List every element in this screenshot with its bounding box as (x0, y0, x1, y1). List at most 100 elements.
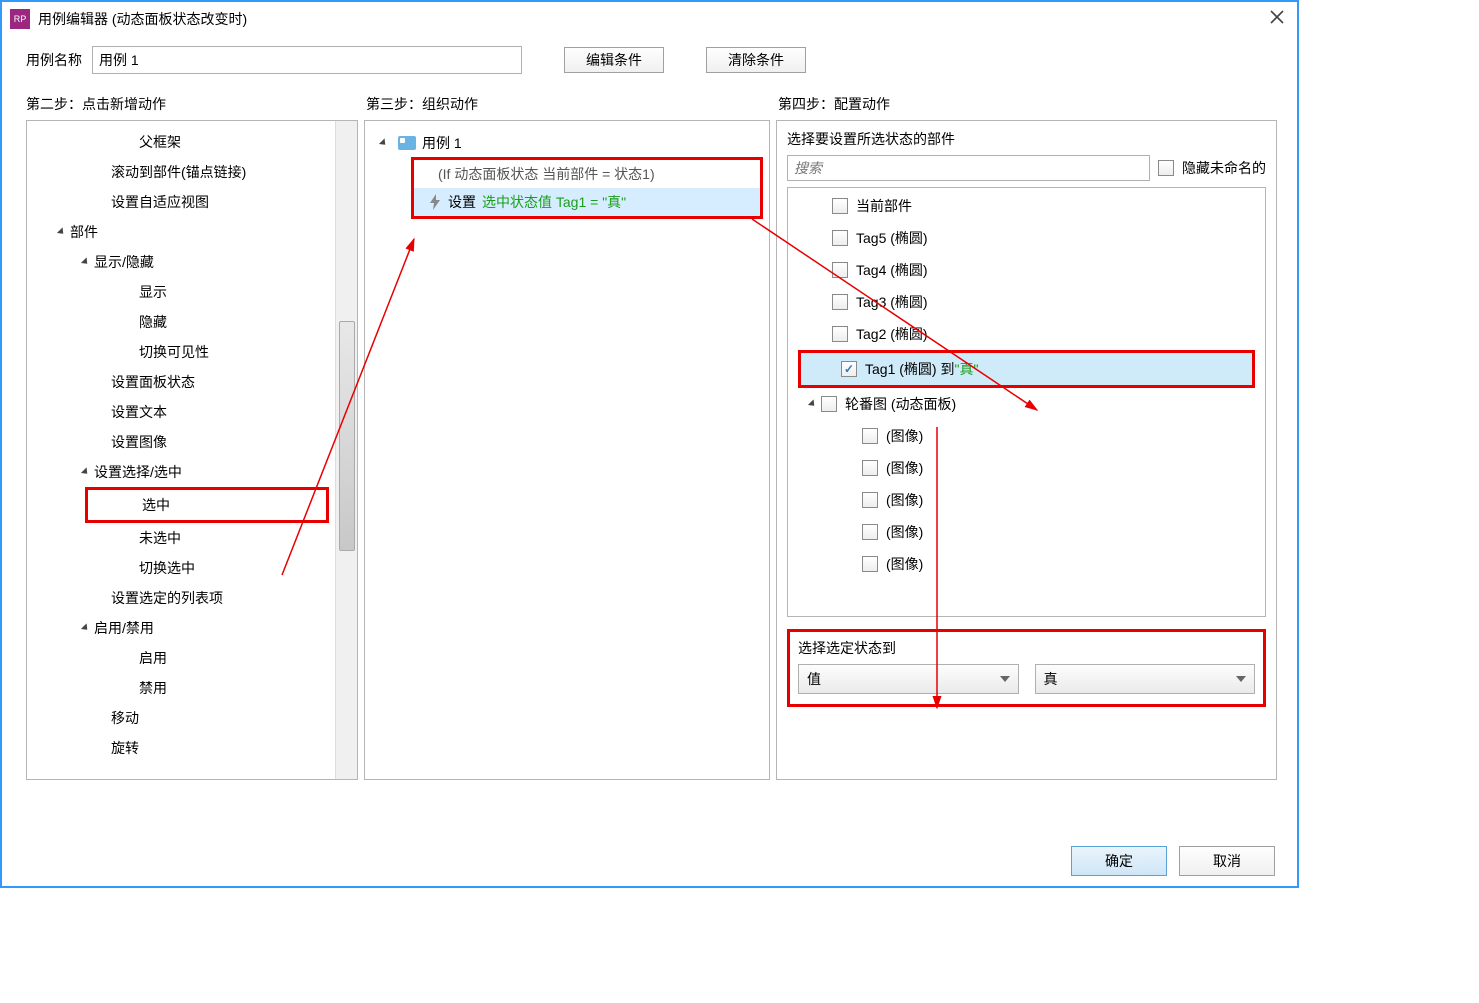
widget-tree-item[interactable]: Tag2 (椭圆) (792, 318, 1261, 350)
state-type-dropdown[interactable]: 值 (798, 664, 1019, 694)
tree-item-label: 启用/禁用 (94, 618, 154, 638)
tree-item-label: 隐藏 (139, 312, 167, 332)
tree-item-label: 旋转 (111, 738, 139, 758)
tree-item-label: 未选中 (139, 528, 181, 548)
action-tree-item[interactable]: 显示/隐藏 (31, 247, 353, 277)
window-title: 用例编辑器 (动态面板状态改变时) (38, 9, 247, 29)
action-tree-item[interactable]: 设置文本 (31, 397, 353, 427)
widget-tree-item[interactable]: (图像) (792, 452, 1261, 484)
action-tree-item[interactable]: 部件 (31, 217, 353, 247)
close-icon[interactable] (1269, 9, 1289, 29)
widget-checkbox[interactable] (832, 294, 848, 310)
state-type-value: 值 (807, 669, 821, 689)
action-tree-item[interactable]: 滚动到部件(锚点链接) (31, 157, 353, 187)
case-label: 用例 1 (422, 133, 462, 153)
widget-label: 当前部件 (856, 196, 912, 216)
organize-panel: 用例 1 (If 动态面板状态 当前部件 = 状态1) 设置 选中状态值 Tag… (364, 120, 770, 780)
widget-tree-item[interactable]: 当前部件 (792, 190, 1261, 222)
case-icon (398, 136, 416, 150)
action-tree-item[interactable]: 显示 (31, 277, 353, 307)
tree-item-label: 设置文本 (111, 402, 167, 422)
widget-checkbox[interactable] (862, 460, 878, 476)
ok-button[interactable]: 确定 (1071, 846, 1167, 876)
action-tree-item[interactable]: 设置面板状态 (31, 367, 353, 397)
widget-tree-item[interactable]: Tag5 (椭圆) (792, 222, 1261, 254)
scrollbar[interactable] (335, 121, 357, 779)
action-tree-item[interactable]: 切换选中 (31, 553, 353, 583)
state-value-dropdown[interactable]: 真 (1035, 664, 1256, 694)
tree-item-label: 切换选中 (139, 558, 195, 578)
app-icon: RP (10, 9, 30, 29)
hide-unnamed-label: 隐藏未命名的 (1182, 158, 1266, 178)
widget-checkbox[interactable] (832, 262, 848, 278)
widget-tree-item[interactable]: Tag4 (椭圆) (792, 254, 1261, 286)
widget-tree-item[interactable]: (图像) (792, 484, 1261, 516)
edit-condition-button[interactable]: 编辑条件 (564, 47, 664, 73)
widget-tree-item[interactable]: (图像) (792, 420, 1261, 452)
condition-row[interactable]: (If 动态面板状态 当前部件 = 状态1) (414, 160, 760, 188)
widget-label: (图像) (886, 426, 923, 446)
configure-header: 选择要设置所选状态的部件 (787, 129, 1266, 149)
widget-checkbox[interactable] (862, 428, 878, 444)
state-value: 真 (1044, 669, 1058, 689)
action-tree-item[interactable]: 选中 (88, 490, 326, 520)
widget-tree-item[interactable]: Tag3 (椭圆) (792, 286, 1261, 318)
clear-condition-button[interactable]: 清除条件 (706, 47, 806, 73)
tree-item-label: 设置面板状态 (111, 372, 195, 392)
case-row[interactable]: 用例 1 (371, 129, 763, 157)
widget-checkbox[interactable] (832, 230, 848, 246)
action-tree-item[interactable]: 移动 (31, 703, 353, 733)
widget-checkbox[interactable] (862, 492, 878, 508)
action-tree-item[interactable]: 设置选择/选中 (31, 457, 353, 487)
tree-item-label: 显示/隐藏 (94, 252, 154, 272)
action-tree-item[interactable]: 未选中 (31, 523, 353, 553)
action-prefix: 设置 (448, 192, 476, 212)
chevron-down-icon (57, 227, 66, 236)
step4-label: 第四步：配置动作 (778, 94, 1297, 114)
case-name-label: 用例名称 (26, 50, 82, 70)
tree-item-label: 启用 (139, 648, 167, 668)
step2-label: 第二步：点击新增动作 (26, 94, 366, 114)
action-tree-item[interactable]: 旋转 (31, 733, 353, 763)
action-row[interactable]: 设置 选中状态值 Tag1 = "真" (414, 188, 760, 216)
widget-label: Tag2 (椭圆) (856, 324, 928, 344)
hide-unnamed-checkbox[interactable] (1158, 160, 1174, 176)
titlebar: RP 用例编辑器 (动态面板状态改变时) (2, 2, 1297, 36)
tree-item-label: 设置自适应视图 (111, 192, 209, 212)
tree-item-label: 显示 (139, 282, 167, 302)
widget-label: Tag1 (椭圆) 到 (865, 359, 954, 379)
widget-tree-item[interactable]: Tag1 (椭圆) 到"真" (801, 353, 1252, 385)
action-tree-item[interactable]: 切换可见性 (31, 337, 353, 367)
action-tree-item[interactable]: 父框架 (31, 127, 353, 157)
widget-label: (图像) (886, 522, 923, 542)
action-text: 选中状态值 Tag1 = "真" (482, 192, 626, 212)
tree-item-label: 移动 (111, 708, 139, 728)
widget-checkbox[interactable] (821, 396, 837, 412)
tree-item-label: 设置选择/选中 (94, 462, 182, 482)
action-tree-item[interactable]: 设置选定的列表项 (31, 583, 353, 613)
action-tree-item[interactable]: 启用/禁用 (31, 613, 353, 643)
action-tree-item[interactable]: 设置自适应视图 (31, 187, 353, 217)
widget-tree-item[interactable]: (图像) (792, 548, 1261, 580)
widget-tree-item[interactable]: 轮番图 (动态面板) (792, 388, 1261, 420)
step3-label: 第三步：组织动作 (366, 94, 778, 114)
search-input[interactable] (787, 155, 1150, 181)
actions-panel: 父框架滚动到部件(锚点链接) 设置自适应视图部件显示/隐藏显示隐藏切换可见性设置面… (26, 120, 358, 780)
widget-tree-item[interactable]: (图像) (792, 516, 1261, 548)
widget-checkbox[interactable] (841, 361, 857, 377)
widget-checkbox[interactable] (832, 198, 848, 214)
case-name-input[interactable] (92, 46, 522, 74)
widget-checkbox[interactable] (862, 524, 878, 540)
widget-checkbox[interactable] (862, 556, 878, 572)
chevron-down-icon (81, 257, 90, 266)
action-tree-item[interactable]: 禁用 (31, 673, 353, 703)
widget-checkbox[interactable] (832, 326, 848, 342)
action-tree-item[interactable]: 设置图像 (31, 427, 353, 457)
cancel-button[interactable]: 取消 (1179, 846, 1275, 876)
widget-label: (图像) (886, 554, 923, 574)
widget-label: Tag4 (椭圆) (856, 260, 928, 280)
action-tree-item[interactable]: 隐藏 (31, 307, 353, 337)
widget-list: 当前部件 Tag5 (椭圆) Tag4 (椭圆) Tag3 (椭圆) Tag2 (椭圆)… (787, 187, 1266, 617)
chevron-down-icon (81, 467, 90, 476)
action-tree-item[interactable]: 启用 (31, 643, 353, 673)
